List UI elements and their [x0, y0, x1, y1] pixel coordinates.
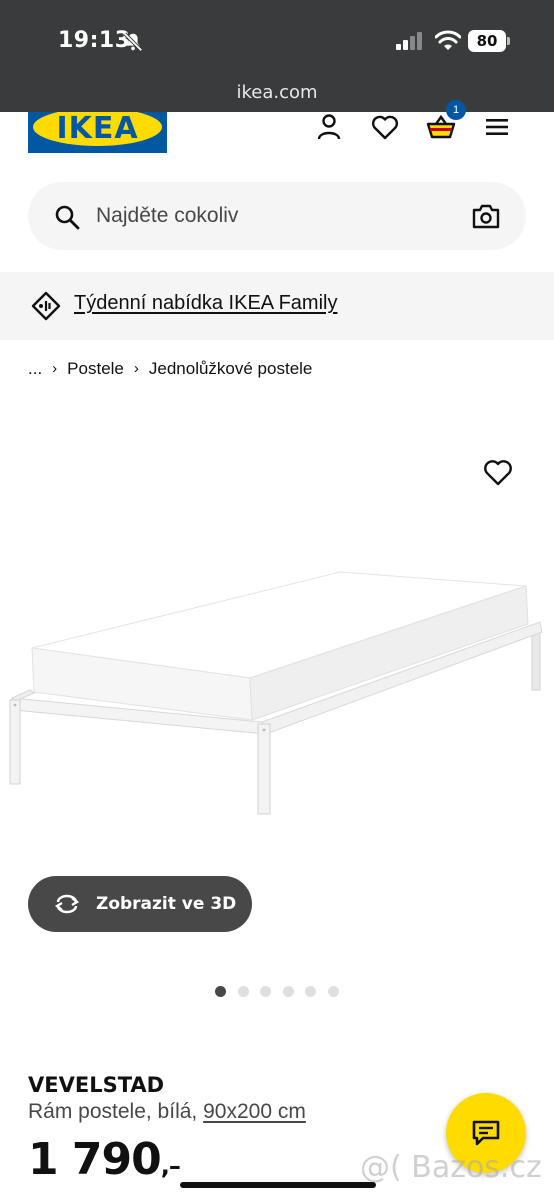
- product-image[interactable]: [0, 560, 554, 830]
- carousel-dot[interactable]: [215, 986, 226, 997]
- search-bar[interactable]: [28, 182, 526, 250]
- bell-slash-icon: [123, 32, 143, 52]
- carousel-dot[interactable]: [282, 986, 294, 997]
- wifi-icon: [435, 30, 461, 50]
- family-offer-link[interactable]: Týdenní nabídka IKEA Family: [74, 292, 337, 315]
- battery-icon: 80: [468, 30, 510, 52]
- product-size-link[interactable]: 90x200 cm: [203, 1100, 306, 1123]
- tag-icon: [31, 291, 61, 321]
- product-name: VEVELSTAD: [28, 1073, 165, 1097]
- view-3d-button[interactable]: Zobrazit ve 3D: [28, 876, 252, 932]
- status-time: 19:13: [58, 28, 131, 53]
- camera-icon[interactable]: [472, 203, 500, 229]
- breadcrumb-item-postele[interactable]: Postele: [67, 359, 124, 379]
- heart-icon[interactable]: [370, 112, 400, 142]
- rotate-icon: [54, 894, 80, 914]
- ikea-logo[interactable]: IKEA: [28, 112, 167, 153]
- search-input[interactable]: [96, 199, 456, 233]
- favourite-heart-icon[interactable]: [482, 456, 514, 488]
- signal-icon: [396, 32, 422, 50]
- home-indicator[interactable]: [180, 1182, 376, 1188]
- user-icon[interactable]: [314, 112, 344, 142]
- bazos-watermark: @( Bazos.cz: [360, 1150, 542, 1185]
- breadcrumb-item-single-beds[interactable]: Jednolůžkové postele: [149, 359, 313, 379]
- carousel-dot[interactable]: [260, 986, 271, 997]
- chevron-right-icon: ›: [133, 360, 139, 378]
- menu-icon[interactable]: [482, 112, 512, 142]
- product-description: Rám postele, bílá, 90x200 cm: [28, 1100, 306, 1124]
- chat-icon: [472, 1120, 500, 1146]
- breadcrumb-ellipsis[interactable]: ...: [28, 359, 42, 379]
- logo-text: IKEA: [56, 112, 139, 146]
- breadcrumb: ... › Postele › Jednolůžkové postele: [28, 358, 312, 379]
- search-icon: [55, 205, 80, 230]
- family-offer-banner[interactable]: Týdenní nabídka IKEA Family: [0, 272, 554, 340]
- price-value: 1 790: [28, 1134, 162, 1185]
- chevron-right-icon: ›: [52, 360, 58, 378]
- status-bar: 19:13 80 ikea.com: [0, 0, 554, 112]
- product-price: 1 790,–: [28, 1134, 181, 1185]
- carousel-dot[interactable]: [237, 986, 249, 997]
- carousel-dot[interactable]: [327, 986, 339, 997]
- cart-count-badge: 1: [446, 100, 466, 120]
- address-bar-url[interactable]: ikea.com: [0, 82, 554, 103]
- product-type: Rám postele, bílá,: [28, 1100, 198, 1123]
- carousel-dot[interactable]: [305, 986, 316, 997]
- view-3d-label: Zobrazit ve 3D: [96, 894, 237, 914]
- price-suffix: ,–: [160, 1152, 181, 1180]
